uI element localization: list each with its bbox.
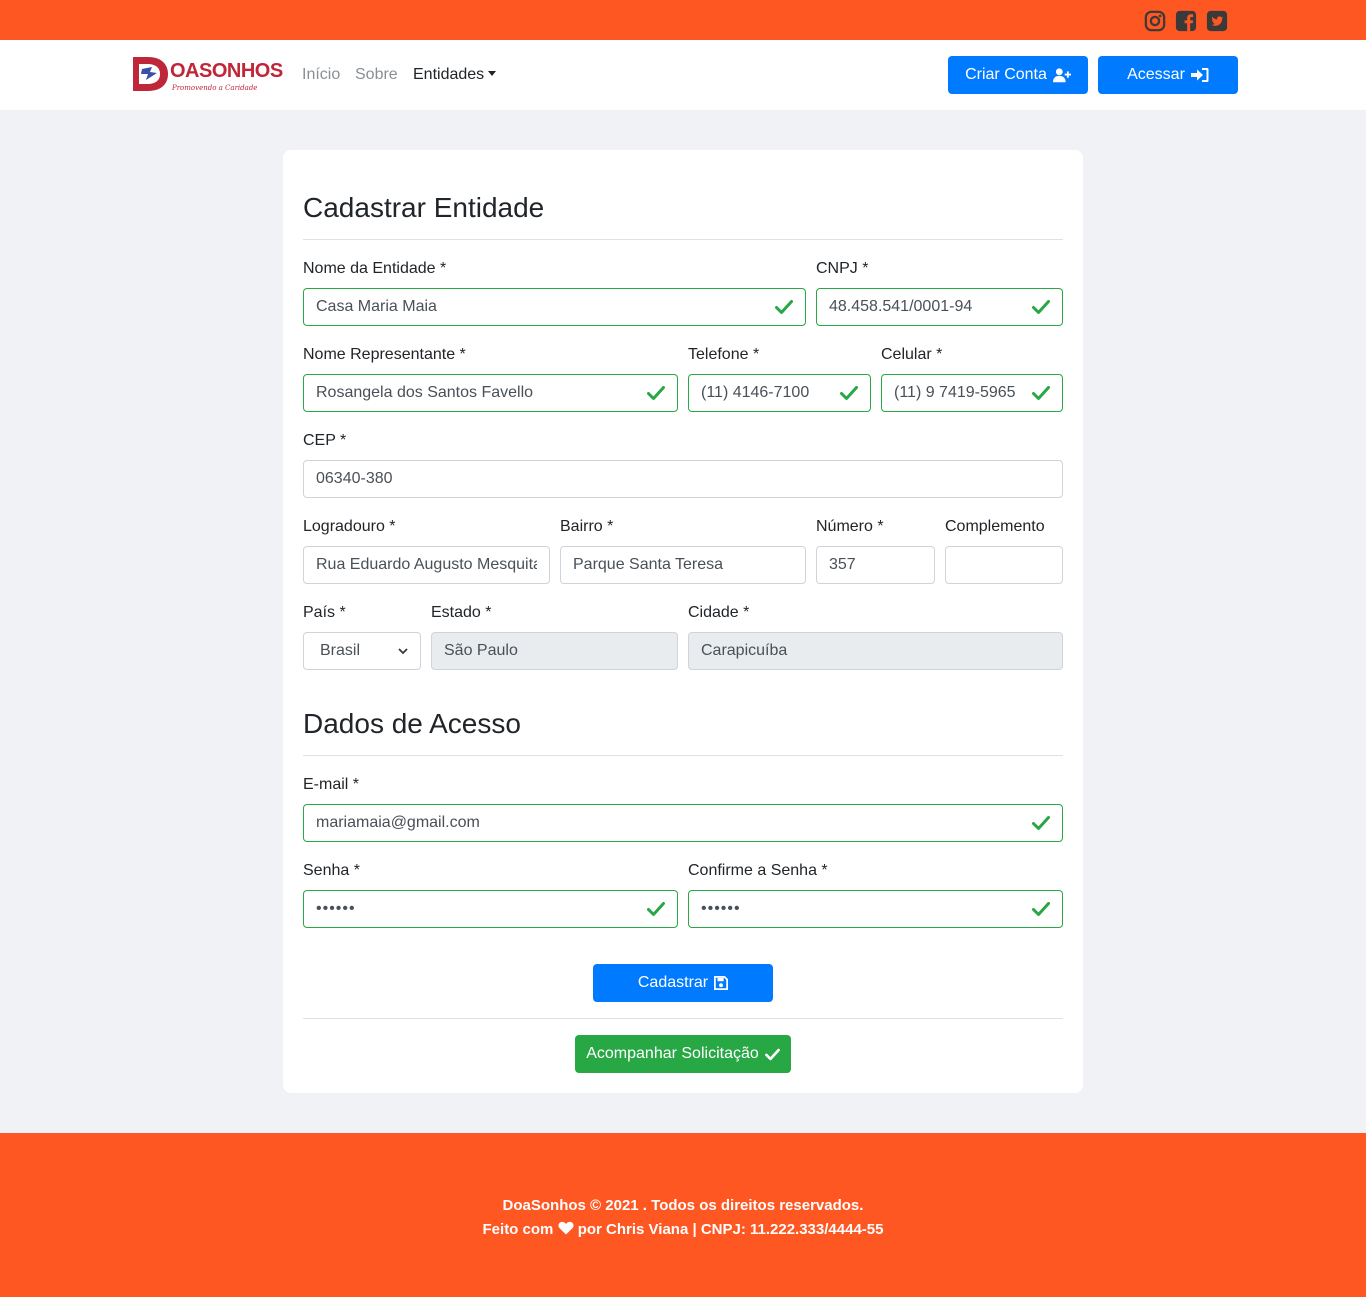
save-icon bbox=[714, 976, 729, 990]
nav-entidades-label: Entidades bbox=[413, 66, 485, 83]
check-icon bbox=[1032, 816, 1050, 830]
nome-representante-input[interactable]: Rosangela dos Santos Favello bbox=[303, 374, 678, 412]
complemento-label: Complemento bbox=[945, 518, 1045, 535]
acompanhar-solicitacao-button[interactable]: Acompanhar Solicitação bbox=[575, 1035, 791, 1073]
celular-label: Celular * bbox=[881, 346, 943, 363]
user-plus-icon bbox=[1052, 68, 1071, 83]
cidade-input: Carapicuíba bbox=[688, 632, 1063, 670]
confirme-senha-label: Confirme a Senha * bbox=[688, 862, 828, 879]
check-icon bbox=[840, 386, 858, 400]
check-icon bbox=[1032, 902, 1050, 916]
footer-author: por Chris Viana | CNPJ: 11.222.333/4444-… bbox=[577, 1221, 884, 1238]
senha-value: •••••• bbox=[316, 900, 356, 917]
complemento-input[interactable] bbox=[945, 546, 1063, 584]
email-input[interactable]: mariamaia@gmail.com bbox=[303, 804, 1063, 842]
senha-input[interactable]: •••••• bbox=[303, 890, 678, 928]
check-icon bbox=[764, 1048, 780, 1060]
check-icon bbox=[647, 386, 665, 400]
cep-input[interactable]: 06340-380 bbox=[303, 460, 1063, 498]
nome-entidade-label: Nome da Entidade * bbox=[303, 260, 447, 277]
check-icon bbox=[647, 902, 665, 916]
check-icon bbox=[775, 300, 793, 314]
logradouro-value: Rua Eduardo Augusto Mesquita bbox=[316, 556, 537, 573]
pais-value: Brasil bbox=[320, 642, 361, 659]
divider bbox=[303, 1018, 1063, 1019]
cnpj-label: CNPJ * bbox=[816, 260, 869, 277]
telefone-label: Telefone * bbox=[688, 346, 760, 363]
cnpj-value: 48.458.541/0001-94 bbox=[829, 298, 973, 315]
acompanhar-label: Acompanhar Solicitação bbox=[586, 1045, 759, 1062]
criar-conta-button[interactable]: Criar Conta bbox=[948, 56, 1088, 94]
divider bbox=[303, 755, 1063, 756]
bairro-input[interactable]: Parque Santa Teresa bbox=[560, 546, 806, 584]
celular-value: (11) 9 7419-5965 bbox=[894, 384, 1016, 401]
numero-input[interactable]: 357 bbox=[816, 546, 935, 584]
register-card: Cadastrar Entidade Nome da Entidade * Ca… bbox=[283, 150, 1083, 1093]
pais-label: País * bbox=[303, 604, 346, 621]
nome-representante-label: Nome Representante * bbox=[303, 346, 466, 363]
confirme-senha-input[interactable]: •••••• bbox=[688, 890, 1063, 928]
cidade-value: Carapicuíba bbox=[701, 642, 788, 659]
estado-label: Estado * bbox=[431, 604, 492, 621]
pais-select[interactable]: Brasil bbox=[303, 632, 421, 670]
telefone-input[interactable]: (11) 4146-7100 bbox=[688, 374, 871, 412]
cadastrar-label: Cadastrar bbox=[637, 974, 709, 991]
navbar: OASONHOS Promovendo a Caridade Início So… bbox=[0, 40, 1366, 110]
brand-name: OASONHOS bbox=[170, 60, 283, 82]
nome-representante-value: Rosangela dos Santos Favello bbox=[316, 384, 534, 401]
cep-value: 06340-380 bbox=[316, 470, 393, 487]
nav-entidades-dropdown[interactable]: Entidades bbox=[413, 66, 497, 84]
footer-credits: Feito com por Chris Viana | CNPJ: 11.222… bbox=[0, 1221, 1366, 1238]
email-value: mariamaia@gmail.com bbox=[316, 814, 480, 831]
check-icon bbox=[1032, 386, 1050, 400]
logradouro-input[interactable]: Rua Eduardo Augusto Mesquita bbox=[303, 546, 550, 584]
email-label: E-mail * bbox=[303, 776, 360, 793]
footer: DoaSonhos © 2021 . Todos os direitos res… bbox=[0, 1133, 1366, 1297]
footer-made-with: Feito com bbox=[482, 1221, 554, 1238]
cnpj-input[interactable]: 48.458.541/0001-94 bbox=[816, 288, 1063, 326]
twitter-icon[interactable] bbox=[1206, 10, 1228, 32]
estado-input: São Paulo bbox=[431, 632, 678, 670]
facebook-icon[interactable] bbox=[1175, 10, 1197, 32]
check-icon bbox=[1032, 300, 1050, 314]
nav-sobre[interactable]: Sobre bbox=[355, 66, 398, 84]
top-bar bbox=[0, 0, 1366, 40]
confirme-senha-value: •••••• bbox=[701, 900, 741, 917]
numero-value: 357 bbox=[829, 556, 856, 573]
form-title: Cadastrar Entidade bbox=[303, 192, 545, 223]
caret-down-icon bbox=[488, 70, 497, 76]
instagram-icon[interactable] bbox=[1144, 10, 1166, 32]
access-title: Dados de Acesso bbox=[303, 708, 521, 739]
bairro-label: Bairro * bbox=[560, 518, 614, 535]
heart-icon bbox=[557, 1221, 574, 1235]
criar-conta-label: Criar Conta bbox=[965, 66, 1047, 83]
chevron-down-icon bbox=[398, 648, 408, 655]
divider bbox=[303, 239, 1063, 240]
numero-label: Número * bbox=[816, 518, 884, 535]
acessar-label: Acessar bbox=[1127, 66, 1185, 83]
brand-logo[interactable]: OASONHOS Promovendo a Caridade bbox=[130, 52, 283, 98]
sign-in-icon bbox=[1190, 68, 1209, 82]
cidade-label: Cidade * bbox=[688, 604, 750, 621]
logo-mark-icon bbox=[133, 57, 168, 91]
cep-label: CEP * bbox=[303, 432, 347, 449]
acessar-button[interactable]: Acessar bbox=[1098, 56, 1238, 94]
bairro-value: Parque Santa Teresa bbox=[573, 556, 724, 573]
logradouro-label: Logradouro * bbox=[303, 518, 396, 535]
cadastrar-button[interactable]: Cadastrar bbox=[593, 964, 773, 1002]
nav-inicio[interactable]: Início bbox=[302, 66, 340, 84]
telefone-value: (11) 4146-7100 bbox=[701, 384, 810, 401]
nome-entidade-input[interactable]: Casa Maria Maia bbox=[303, 288, 806, 326]
celular-input[interactable]: (11) 9 7419-5965 bbox=[881, 374, 1063, 412]
estado-value: São Paulo bbox=[444, 642, 518, 659]
brand-tagline: Promovendo a Caridade bbox=[172, 84, 258, 92]
nome-entidade-value: Casa Maria Maia bbox=[316, 298, 437, 315]
senha-label: Senha * bbox=[303, 862, 360, 879]
footer-copyright: DoaSonhos © 2021 . Todos os direitos res… bbox=[502, 1197, 864, 1214]
